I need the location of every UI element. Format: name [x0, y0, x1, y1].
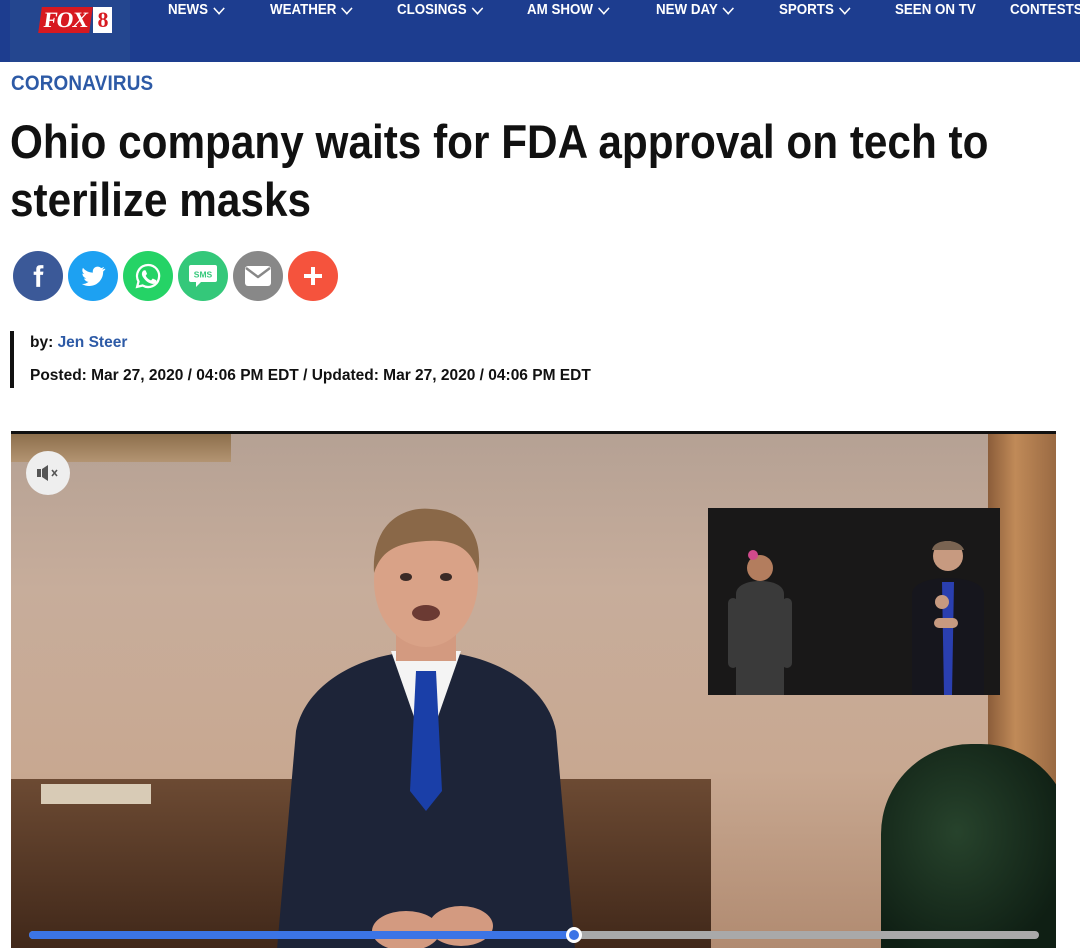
- byline: by: Jen Steer: [30, 332, 591, 354]
- interpreter-figure: [728, 550, 792, 695]
- video-player[interactable]: [11, 431, 1056, 948]
- nav-item-label: WEATHER: [270, 2, 337, 18]
- muted-speaker-icon: [37, 465, 58, 481]
- byline-block: by: Jen Steer Posted: Mar 27, 2020 / 04:…: [10, 331, 591, 388]
- nav-item-label: CONTESTS: [1010, 2, 1080, 18]
- whatsapp-icon: [135, 263, 161, 289]
- headline-line-2: sterilize masks: [10, 173, 312, 226]
- twitter-icon: [81, 266, 106, 287]
- mute-toggle-button[interactable]: [26, 451, 70, 495]
- facebook-share-button[interactable]: [13, 251, 63, 301]
- interpreter-figure: [912, 541, 984, 695]
- chevron-down-icon: [471, 1, 483, 15]
- sign-language-inset: [708, 508, 1000, 695]
- nav-item-weather[interactable]: WEATHER: [270, 0, 353, 20]
- logo-link[interactable]: FOX 8: [10, 0, 130, 62]
- sms-label: SMS: [194, 270, 213, 280]
- nav-item-contests[interactable]: CONTESTS: [1010, 0, 1080, 20]
- share-buttons: SMS: [13, 251, 338, 301]
- twitter-share-button[interactable]: [68, 251, 118, 301]
- video-scenery: [881, 744, 1056, 948]
- sms-share-button[interactable]: SMS: [178, 251, 228, 301]
- nav-item-seen-on-tv[interactable]: SEEN ON TV: [895, 0, 976, 20]
- logo-number: 8: [93, 7, 113, 33]
- chevron-down-icon: [838, 1, 851, 15]
- plus-icon: [304, 267, 322, 285]
- video-scenery: [41, 784, 151, 804]
- nav-item-label: SEEN ON TV: [895, 2, 976, 18]
- nav-item-am-show[interactable]: AM SHOW: [527, 0, 610, 20]
- fox8-logo: FOX 8: [38, 7, 113, 33]
- top-nav-bar: FOX 8 NEWS WEATHER CLOSINGS AM SHOW NEW …: [0, 0, 1080, 62]
- video-progress-bar[interactable]: [29, 927, 1039, 943]
- nav-item-sports[interactable]: SPORTS: [779, 0, 851, 20]
- whatsapp-share-button[interactable]: [123, 251, 173, 301]
- chevron-down-icon: [722, 1, 735, 15]
- nav-item-new-day[interactable]: NEW DAY: [656, 0, 735, 20]
- sms-icon: SMS: [189, 265, 217, 287]
- chevron-down-icon: [212, 1, 225, 15]
- nav-item-news[interactable]: NEWS: [168, 0, 225, 20]
- nav-item-label: NEWS: [168, 2, 209, 18]
- nav-item-label: SPORTS: [779, 2, 834, 18]
- nav-item-label: NEW DAY: [656, 2, 718, 18]
- more-share-button[interactable]: [288, 251, 338, 301]
- nav-item-label: CLOSINGS: [397, 2, 467, 18]
- logo-word: FOX: [38, 7, 94, 33]
- speaker-figure: [277, 508, 575, 948]
- author-link[interactable]: Jen Steer: [58, 334, 128, 351]
- chevron-down-icon: [341, 1, 353, 15]
- byline-prefix: by:: [30, 334, 54, 351]
- category-link[interactable]: CORONAVIRUS: [11, 71, 153, 97]
- email-share-button[interactable]: [233, 251, 283, 301]
- nav-item-closings[interactable]: CLOSINGS: [397, 0, 483, 20]
- post-dates: Posted: Mar 27, 2020 / 04:06 PM EDT / Up…: [30, 367, 591, 384]
- nav-item-label: AM SHOW: [527, 2, 593, 18]
- headline-line-1: Ohio company waits for FDA approval on t…: [10, 115, 989, 168]
- article-headline: Ohio company waits for FDA approval on t…: [10, 113, 1045, 229]
- email-icon: [245, 266, 271, 286]
- facebook-icon: [33, 265, 44, 287]
- chevron-down-icon: [597, 1, 610, 15]
- video-progress-fill: [29, 931, 575, 939]
